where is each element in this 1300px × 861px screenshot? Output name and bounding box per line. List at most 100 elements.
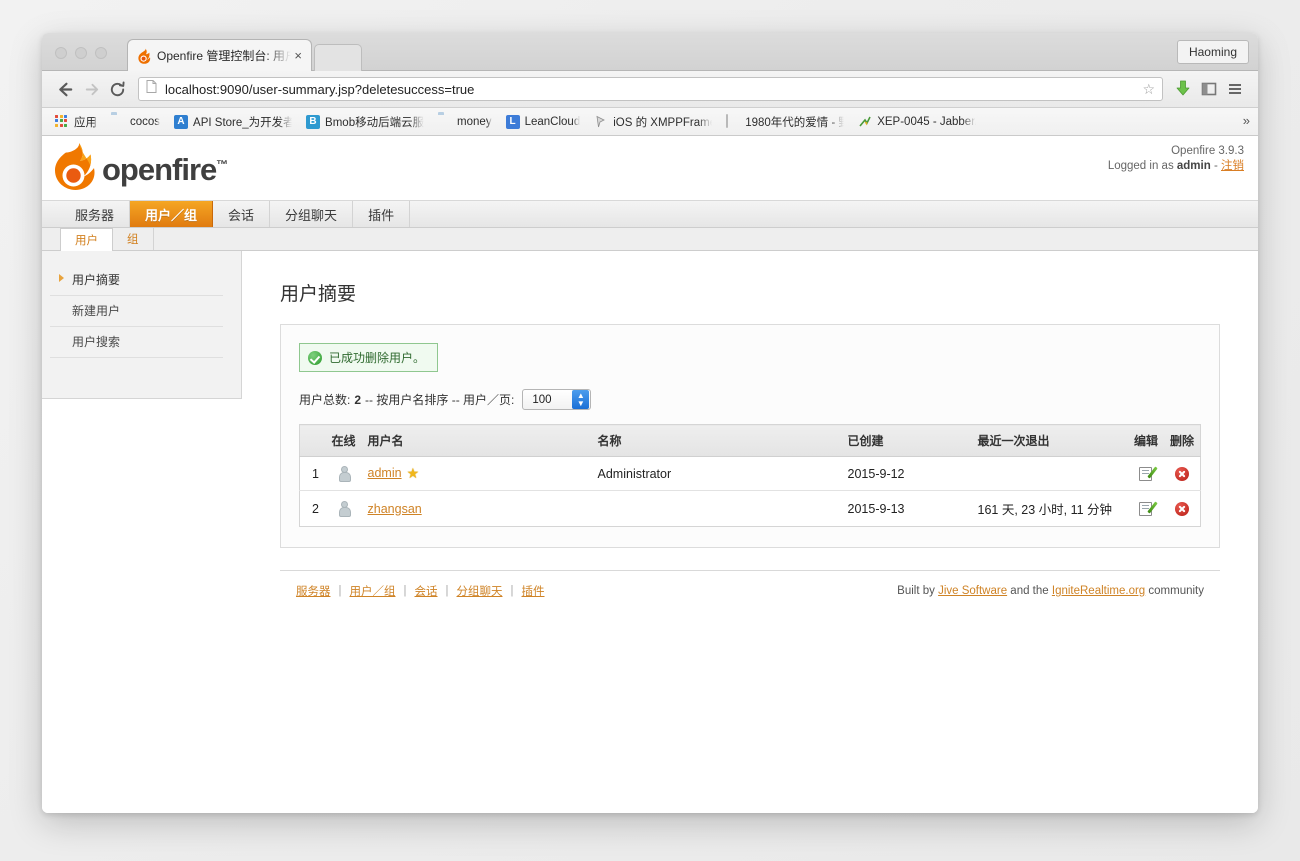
new-tab-button[interactable] bbox=[314, 44, 362, 71]
back-arrow-icon[interactable] bbox=[52, 76, 78, 102]
logged-in-line: Logged in as admin - 注销 bbox=[1108, 159, 1244, 174]
jive-software-link[interactable]: Jive Software bbox=[938, 585, 1007, 597]
users-per-page-value: 100 bbox=[532, 393, 552, 406]
bookmark-label: cocos bbox=[130, 115, 161, 128]
edit-icon[interactable] bbox=[1139, 501, 1153, 516]
row-index: 2 bbox=[312, 501, 319, 516]
logout-link[interactable]: 注销 bbox=[1221, 160, 1244, 172]
delete-icon[interactable] bbox=[1174, 501, 1189, 516]
sidebar-item-search-user[interactable]: 用户搜索 bbox=[50, 327, 223, 358]
ignite-realtime-link[interactable]: IgniteRealtime.org bbox=[1052, 585, 1145, 597]
header-edit: 编辑 bbox=[1127, 424, 1164, 457]
logged-in-username: admin bbox=[1176, 160, 1211, 172]
subtab-groups[interactable]: 组 bbox=[113, 228, 154, 250]
sidebar-item-user-summary[interactable]: 用户摘要 bbox=[50, 265, 223, 296]
close-window-button[interactable] bbox=[55, 47, 67, 59]
bookmark-money[interactable]: money bbox=[431, 111, 499, 133]
sidebar-item-create-user[interactable]: 新建用户 bbox=[50, 296, 223, 327]
header-name[interactable]: 名称 bbox=[591, 424, 842, 457]
page-viewport: openfire™ Openfire 3.9.3 Logged in as ad… bbox=[42, 136, 1258, 813]
page-icon bbox=[726, 113, 740, 129]
footer-link-server[interactable]: 服务器 bbox=[296, 583, 331, 599]
header-username[interactable]: 用户名 bbox=[361, 424, 592, 457]
profile-button[interactable]: Haoming bbox=[1176, 40, 1249, 64]
openfire-flame-icon bbox=[52, 142, 96, 192]
sort-and-perpage-label: -- 按用户名排序 -- 用户／页: bbox=[365, 393, 515, 407]
bookmark-label: 应用 bbox=[74, 116, 97, 129]
nav-tab-group-chat[interactable]: 分组聊天 bbox=[270, 201, 354, 227]
bookmarks-overflow-icon[interactable]: » bbox=[1243, 113, 1250, 128]
bookmark-1980s-love[interactable]: 1980年代的爱情 - 野 bbox=[719, 111, 851, 133]
bookmark-xep-0045[interactable]: XEP-0045 - Jabber/ bbox=[851, 111, 983, 133]
openfire-header: openfire™ Openfire 3.9.3 Logged in as ad… bbox=[42, 136, 1258, 201]
header-created[interactable]: 已创建 bbox=[841, 424, 972, 457]
trademark-mark: ™ bbox=[216, 157, 228, 172]
built-by-prefix: Built by bbox=[897, 585, 939, 597]
bookmark-bmob[interactable]: B Bmob移动后端云服务 bbox=[299, 111, 431, 133]
window-controls[interactable] bbox=[55, 47, 107, 59]
bookmark-xmppframework[interactable]: iOS 的 XMPPFramew bbox=[587, 111, 719, 133]
bookmark-star-icon[interactable]: ☆ bbox=[1142, 81, 1155, 98]
bookmark-cocos[interactable]: cocos bbox=[104, 111, 167, 133]
address-bar[interactable]: localhost:9090/user-summary.jsp?deletesu… bbox=[138, 77, 1163, 101]
footer-link-plugins[interactable]: 插件 bbox=[522, 583, 545, 599]
forward-arrow-icon bbox=[78, 76, 104, 102]
footer-link-sessions[interactable]: 会话 bbox=[415, 583, 438, 599]
row-name: Administrator bbox=[591, 456, 842, 491]
row-index: 1 bbox=[299, 456, 326, 491]
user-link[interactable]: zhangsan bbox=[368, 502, 422, 516]
bookmark-leancloud[interactable]: L LeanCloud bbox=[499, 111, 588, 133]
row-delete-cell[interactable] bbox=[1163, 456, 1201, 491]
nav-tab-users-groups[interactable]: 用户／组 bbox=[130, 201, 214, 227]
table-row: 1 admin ★ Administrator 2015-9-12 bbox=[299, 456, 1201, 491]
reload-icon[interactable] bbox=[104, 76, 130, 102]
users-per-page-select[interactable]: 100 ▲ ▼ bbox=[522, 389, 592, 410]
footer-link-users-groups[interactable]: 用户／组 bbox=[350, 583, 396, 599]
bookmark-api-store[interactable]: A API Store_为开发者提 bbox=[167, 111, 299, 133]
edit-icon[interactable] bbox=[1139, 466, 1153, 481]
footer-separator: | bbox=[403, 585, 407, 597]
header-last-logoff[interactable]: 最近一次退出 bbox=[971, 424, 1128, 457]
row-name bbox=[592, 491, 842, 527]
bookmark-apps[interactable]: 应用 bbox=[48, 111, 104, 133]
row-edit-cell[interactable] bbox=[1128, 491, 1164, 527]
footer-link-group-chat[interactable]: 分组聊天 bbox=[457, 583, 503, 599]
maximize-window-button[interactable] bbox=[95, 47, 107, 59]
delete-icon[interactable] bbox=[1174, 466, 1189, 481]
browser-tab-title: Openfire 管理控制台: 用户摘 bbox=[157, 49, 291, 63]
address-bar-url: localhost:9090/user-summary.jsp?deletesu… bbox=[165, 81, 475, 97]
row-username-cell: zhangsan bbox=[362, 491, 592, 527]
header-delete: 删除 bbox=[1163, 424, 1201, 457]
subtab-users[interactable]: 用户 bbox=[60, 228, 113, 251]
row-edit-cell[interactable] bbox=[1127, 456, 1164, 491]
user-link[interactable]: admin bbox=[368, 466, 402, 480]
chevron-updown-icon[interactable]: ▲ ▼ bbox=[572, 390, 590, 409]
success-message: 已成功删除用户。 bbox=[299, 343, 439, 372]
success-check-icon bbox=[308, 350, 322, 365]
download-icon[interactable] bbox=[1170, 76, 1196, 102]
openfire-logo[interactable]: openfire™ bbox=[52, 142, 228, 192]
minimize-window-button[interactable] bbox=[75, 47, 87, 59]
footer-credits: Built by Jive Software and the IgniteRea… bbox=[897, 585, 1204, 597]
menu-icon[interactable] bbox=[1222, 76, 1248, 102]
browser-tab-active[interactable]: Openfire 管理控制台: 用户摘 × bbox=[127, 39, 312, 71]
row-delete-cell[interactable] bbox=[1164, 491, 1201, 527]
header-online[interactable]: 在线 bbox=[325, 424, 362, 457]
openfire-flame-icon bbox=[136, 48, 152, 64]
letter-l-icon: L bbox=[505, 114, 520, 129]
row-created: 2015-9-12 bbox=[841, 456, 972, 491]
footer-separator: | bbox=[338, 585, 342, 597]
openfire-wordmark: openfire™ bbox=[102, 152, 228, 188]
page-footer: 服务器 | 用户／组 | 会话 | 分组聊天 | 插件 Built by Jiv… bbox=[280, 570, 1220, 599]
openfire-body: 用户摘要 新建用户 用户搜索 用户摘要 已成功删除用户。 用户总数: 2 -- … bbox=[42, 251, 1258, 599]
close-icon[interactable]: × bbox=[291, 49, 305, 62]
nav-tab-sessions[interactable]: 会话 bbox=[213, 201, 271, 227]
total-users-value: 2 bbox=[354, 392, 362, 407]
bookmark-label: iOS 的 XMPPFramew bbox=[613, 116, 712, 129]
table-header-row: 在线 用户名 名称 已创建 最近一次退出 编辑 删除 bbox=[299, 424, 1201, 457]
built-by-mid: and the bbox=[1007, 585, 1052, 597]
nav-tab-plugins[interactable]: 插件 bbox=[353, 201, 411, 227]
apps-panel-icon[interactable] bbox=[1196, 76, 1222, 102]
nav-tab-server[interactable]: 服务器 bbox=[60, 201, 131, 227]
total-users-label: 用户总数: bbox=[299, 393, 351, 407]
